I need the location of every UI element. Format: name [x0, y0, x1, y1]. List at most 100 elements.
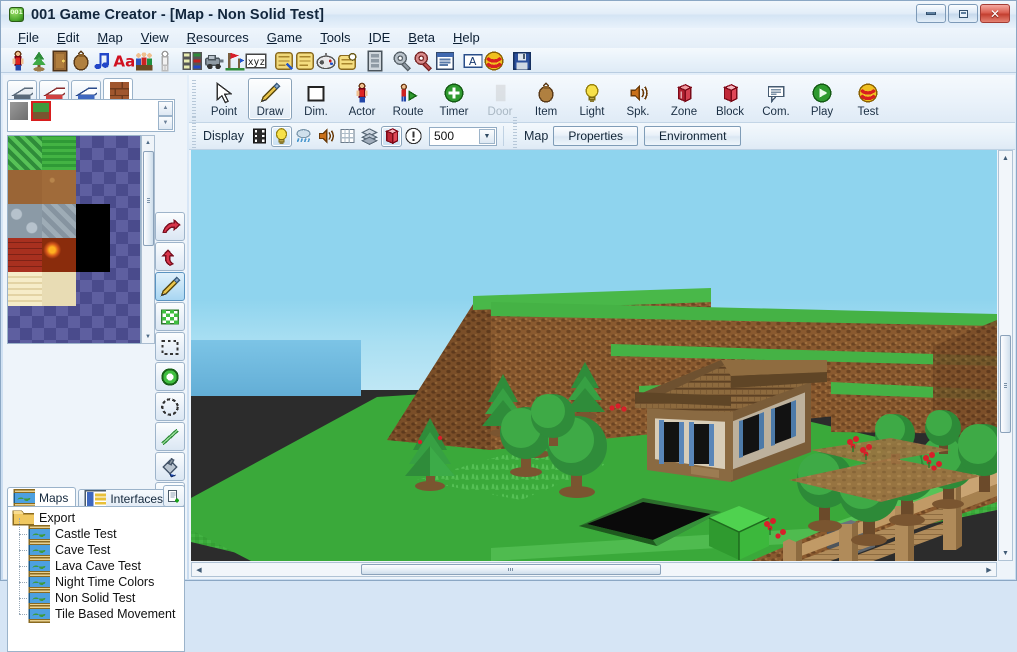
tile-palette[interactable]: [7, 135, 141, 344]
palette-tile-brick-red-tile[interactable]: [8, 238, 42, 272]
tool-pencil-icon[interactable]: [155, 272, 185, 301]
menu-item-edit[interactable]: Edit: [48, 28, 88, 48]
menu-item-file[interactable]: File: [9, 28, 48, 48]
menu-item-help[interactable]: Help: [444, 28, 489, 48]
palette-tile-lava-tile[interactable]: [42, 238, 76, 272]
toolbar-button-list-icon[interactable]: [182, 50, 203, 71]
toolbar-button-plant-tree-icon[interactable]: [28, 50, 49, 71]
menu-item-beta[interactable]: Beta: [399, 28, 444, 48]
display-toggle-block-cube-icon[interactable]: [381, 125, 402, 147]
tool-paint-bucket-icon[interactable]: [155, 452, 185, 481]
display-toggle-film-strip-icon[interactable]: [249, 126, 270, 147]
toolbar-button-variable-xyz-icon[interactable]: xyz: [245, 50, 267, 71]
tool-button-draw[interactable]: Draw: [248, 77, 292, 120]
toolbar-button-item-bag-icon[interactable]: [70, 49, 91, 71]
palette-tile-stone-cobble-tile[interactable]: [8, 204, 42, 238]
tool-button-item[interactable]: Item: [524, 78, 568, 120]
tree-item-cave-test[interactable]: Cave Test: [19, 534, 184, 559]
toolbar-button-scroll-icon[interactable]: [294, 50, 315, 71]
toolbar-button-player-icon[interactable]: [154, 50, 175, 71]
scroll-track[interactable]: [206, 563, 982, 576]
layer-tab-2[interactable]: [71, 80, 101, 101]
palette-tile-sand-tile[interactable]: [42, 272, 76, 306]
menu-item-resources[interactable]: Resources: [178, 28, 258, 48]
tool-filled-circle-icon[interactable]: [155, 362, 185, 391]
palette-tile-sand-wave-tile[interactable]: [8, 272, 42, 306]
tool-button-timer[interactable]: Timer: [432, 78, 476, 120]
toolbar-button-party-crowd-icon[interactable]: [133, 50, 154, 71]
toolbar-button-flags-icon[interactable]: [224, 50, 245, 71]
chevron-down-icon[interactable]: ▼: [479, 128, 495, 144]
menu-item-ide[interactable]: IDE: [360, 28, 400, 48]
tool-button-block[interactable]: Block: [708, 78, 752, 120]
menu-item-map[interactable]: Map: [88, 28, 131, 48]
tool-button-test[interactable]: Test: [846, 78, 890, 120]
palette-tile-dirt-tile[interactable]: [8, 170, 42, 204]
tree-item-tile-based-movement[interactable]: Tile Based Movement: [19, 598, 184, 623]
chevron-down-icon[interactable]: ▼: [145, 330, 151, 343]
map-horizontal-scrollbar[interactable]: ◀ ▶: [191, 562, 997, 577]
tool-undo-arrow-icon[interactable]: [155, 242, 185, 271]
chevron-right-icon[interactable]: ▶: [982, 566, 996, 574]
display-toggle-layers-icon[interactable]: [359, 126, 380, 147]
tab-interfaces[interactable]: Interfaces: [78, 489, 172, 508]
selected-tile-tile-stone-grey[interactable]: [10, 102, 28, 120]
tool-button-point[interactable]: Point: [202, 78, 246, 120]
palette-tile-dirt-speckle-tile[interactable]: [42, 170, 76, 204]
selected-tiles-strip[interactable]: ▲ ▼: [7, 99, 175, 132]
strip-spinner[interactable]: ▲ ▼: [158, 101, 173, 130]
selected-tile-tile-grass-dirt[interactable]: [31, 101, 51, 121]
toolbar-button-vehicle-icon[interactable]: [203, 50, 224, 71]
toolbar-button-music-note-icon[interactable]: [91, 50, 112, 71]
layer-tab-1[interactable]: [39, 80, 69, 101]
toolbar-button-scroll-star-icon[interactable]: [336, 50, 357, 71]
layer-tab-0[interactable]: [7, 80, 37, 101]
tool-button-dim.[interactable]: Dim.: [294, 78, 338, 120]
tile-palette-scrollbar[interactable]: ▲ ▼: [141, 135, 155, 344]
toolbar-button-letter-a-box-icon[interactable]: A: [462, 50, 483, 71]
new-document-button[interactable]: [163, 485, 185, 507]
tool-button-actor[interactable]: Actor: [340, 78, 384, 120]
palette-tile-stone-tile[interactable]: [42, 204, 76, 238]
map-environment-button[interactable]: Environment: [644, 126, 742, 146]
menu-item-tools[interactable]: Tools: [311, 28, 359, 48]
map-properties-button[interactable]: Properties: [553, 126, 639, 146]
close-button[interactable]: ✕: [980, 4, 1010, 23]
tool-button-door[interactable]: Door: [478, 78, 522, 120]
scroll-track[interactable]: [999, 165, 1012, 546]
tool-button-com.[interactable]: Com.: [754, 78, 798, 120]
palette-tile-grass-lattice-tile[interactable]: [8, 136, 42, 170]
toolbar-button-test-ball-icon[interactable]: [483, 50, 504, 71]
scrollbar-thumb[interactable]: [142, 151, 154, 246]
toolbar-button-text-doc-icon[interactable]: [434, 50, 455, 71]
restore-button[interactable]: [948, 4, 978, 23]
menu-item-view[interactable]: View: [132, 28, 178, 48]
chevron-up-icon[interactable]: ▲: [1002, 151, 1009, 165]
chevron-left-icon[interactable]: ◀: [192, 566, 206, 574]
toolbar-grip[interactable]: [192, 79, 196, 118]
scrollbar-thumb[interactable]: [361, 564, 661, 575]
tool-button-play[interactable]: Play: [800, 78, 844, 120]
tab-maps[interactable]: Maps: [7, 487, 77, 507]
tool-fill-pattern-icon[interactable]: [155, 302, 185, 331]
chevron-up-icon[interactable]: ▲: [145, 136, 151, 149]
toolbar-button-save-disk-icon[interactable]: [511, 50, 532, 71]
toolbar-button-actor-icon[interactable]: [7, 50, 28, 71]
display-toggle-weather-rain-icon[interactable]: [293, 126, 314, 147]
tool-button-zone[interactable]: Zone: [662, 78, 706, 120]
map-vertical-scrollbar[interactable]: ▲ ▼: [998, 150, 1013, 561]
tool-select-rect-icon[interactable]: [155, 332, 185, 361]
map-canvas[interactable]: [191, 150, 997, 561]
tool-redo-arrow-icon[interactable]: [155, 212, 185, 241]
minimize-button[interactable]: [916, 4, 946, 23]
tree-item-non-solid-test[interactable]: Non Solid Test: [19, 582, 184, 607]
tool-hollow-circle-icon[interactable]: [155, 392, 185, 421]
layer-tab-3[interactable]: [103, 78, 133, 101]
toolbar-button-gear-red-icon[interactable]: [413, 50, 434, 72]
toolbar-button-gamepad-icon[interactable]: [315, 50, 336, 71]
tool-line-icon[interactable]: [155, 422, 185, 451]
tree-item-castle-test[interactable]: Castle Test: [19, 518, 184, 543]
toolbar-button-scroll-magic-icon[interactable]: [273, 50, 294, 71]
display-toggle-warning-icon[interactable]: [403, 126, 424, 147]
tree-item-lava-cave-test[interactable]: Lava Cave Test: [19, 550, 184, 575]
